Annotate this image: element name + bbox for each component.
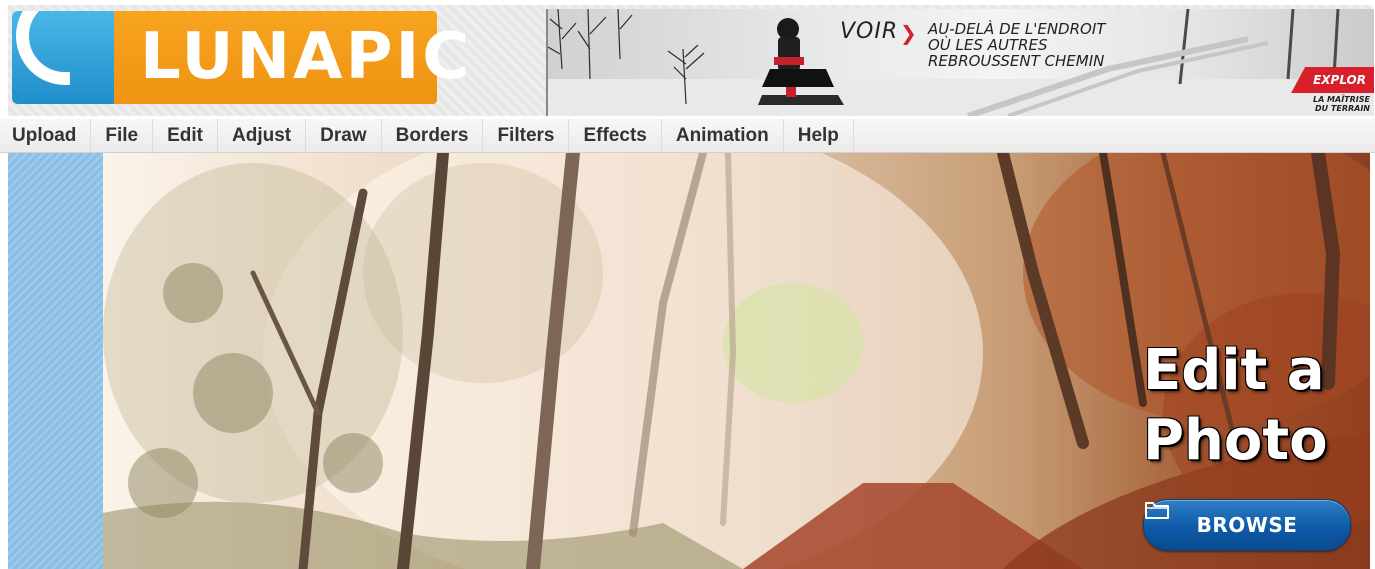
menu-animation[interactable]: Animation: [662, 119, 784, 152]
lunapic-logo[interactable]: LUNAPIC: [12, 11, 469, 104]
ad-tagline-line: OÙ LES AUTRES: [928, 36, 1048, 54]
logo-moon-icon: [12, 11, 114, 104]
lunapic-page: LUNAPIC VOIR ❯ AU-DELÀ DE L'ENDROIT OÙ L…: [0, 0, 1375, 569]
menu-effects[interactable]: Effects: [569, 119, 662, 152]
chevron-right-icon: ❯: [900, 21, 917, 45]
hero-title-line: Edit a: [1143, 338, 1325, 403]
ad-brand-line: LA MAÎTRISE: [1312, 95, 1370, 104]
menu-upload[interactable]: Upload: [0, 119, 92, 152]
main-menu: Upload File Edit Adjust Draw Borders Fil…: [0, 119, 1375, 152]
menu-adjust[interactable]: Adjust: [218, 119, 307, 152]
site-header: LUNAPIC VOIR ❯ AU-DELÀ DE L'ENDROIT OÙ L…: [8, 5, 1374, 116]
ad-brand-line: DU TERRAIN: [1314, 104, 1370, 113]
ad-tagline: AU-DELÀ DE L'ENDROIT OÙ LES AUTRES REBRO…: [928, 21, 1158, 69]
ad-voir-text: VOIR: [840, 19, 899, 44]
ad-tagline-line: REBROUSSENT CHEMIN: [928, 52, 1105, 70]
menu-edit[interactable]: Edit: [153, 119, 219, 152]
browse-label: BROWSE: [1196, 513, 1298, 537]
ad-brand: LA MAÎTRISE DU TERRAIN: [1260, 95, 1370, 113]
hero-title: Edit a Photo: [1143, 336, 1363, 476]
hero-banner: Edit a Photo BROWSE: [103, 153, 1370, 569]
logo-text: LUNAPIC: [140, 20, 473, 94]
menu-filters[interactable]: Filters: [483, 119, 570, 152]
ad-tagline-line: AU-DELÀ DE L'ENDROIT: [928, 20, 1106, 38]
menu-file[interactable]: File: [91, 119, 154, 152]
menu-borders[interactable]: Borders: [382, 119, 484, 152]
menu-bar: Upload File Edit Adjust Draw Borders Fil…: [0, 119, 1375, 153]
menu-help[interactable]: Help: [784, 119, 854, 152]
hero-title-line: Photo: [1143, 408, 1328, 473]
browse-button[interactable]: BROWSE: [1143, 499, 1351, 551]
ad-banner[interactable]: VOIR ❯ AU-DELÀ DE L'ENDROIT OÙ LES AUTRE…: [546, 9, 1374, 116]
side-panel: [8, 153, 103, 569]
menu-draw[interactable]: Draw: [306, 119, 382, 152]
folder-icon: [1145, 502, 1169, 519]
ad-explore-button[interactable]: EXPLOR: [1291, 67, 1374, 93]
